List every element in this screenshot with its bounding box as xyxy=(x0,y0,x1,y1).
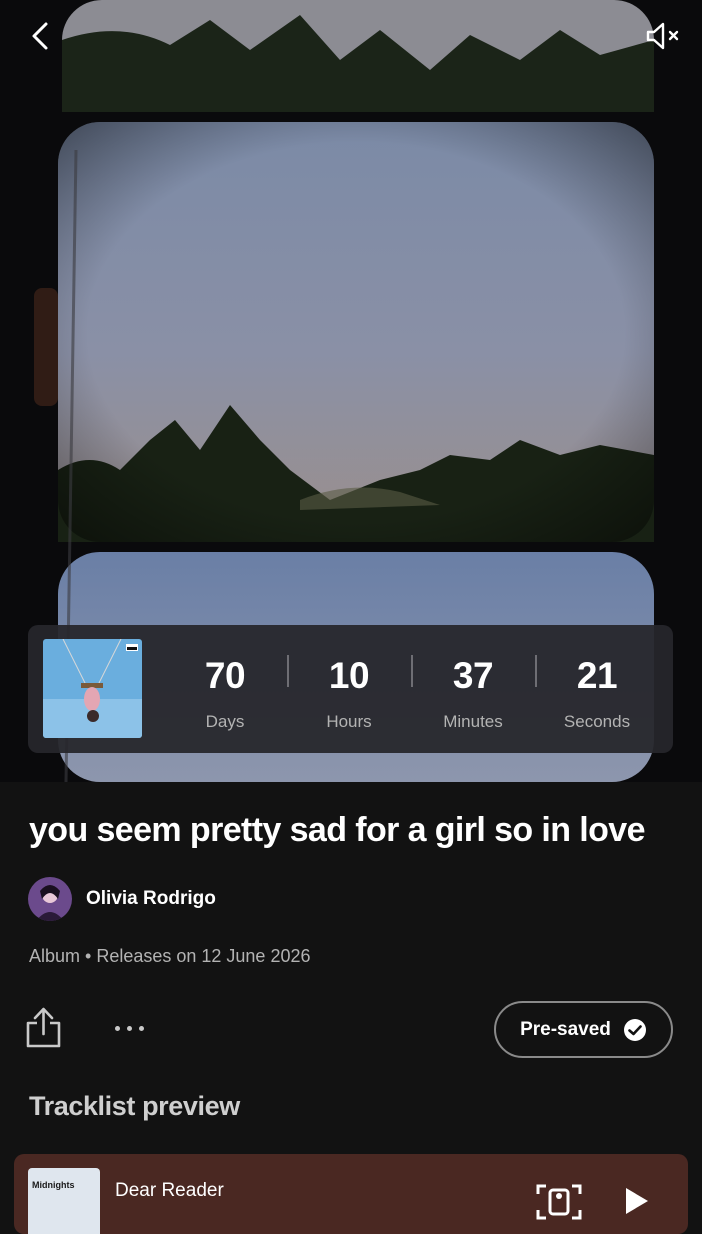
tracklist-heading: Tracklist preview xyxy=(29,1091,240,1121)
album-cover-thumbnail xyxy=(43,639,142,738)
countdown-hours: 10 Hours xyxy=(287,625,411,753)
more-dot xyxy=(126,1025,132,1031)
back-button[interactable] xyxy=(14,12,66,60)
seconds-value: 21 xyxy=(576,655,618,696)
check-circle-icon xyxy=(623,1018,646,1041)
seconds-label: Seconds xyxy=(563,712,631,731)
more-options-button[interactable] xyxy=(106,1008,152,1048)
album-title: you seem pretty sad for a girl so in lov… xyxy=(29,811,646,849)
artist-avatar xyxy=(28,877,72,921)
track-cover-text: Midnights xyxy=(32,1180,75,1190)
share-button[interactable] xyxy=(22,1004,66,1052)
release-countdown: 70 Days 10 Hours 37 Minutes 21 Seconds xyxy=(28,625,673,753)
countdown-days: 70 Days xyxy=(163,625,287,753)
canvas-preview-icon[interactable] xyxy=(536,1182,582,1222)
album-release-info: Album • Releases on 12 June 2026 xyxy=(29,946,311,966)
chevron-left-icon xyxy=(32,22,48,50)
more-dot xyxy=(138,1025,144,1031)
artist-name: Olivia Rodrigo xyxy=(86,888,216,909)
mute-button[interactable] xyxy=(638,12,690,60)
hero-video: 70 Days 10 Hours 37 Minutes 21 Seconds xyxy=(0,0,702,782)
speaker-muted-icon xyxy=(646,22,679,50)
track-item[interactable]: Midnights Dear Reader xyxy=(14,1154,688,1234)
play-icon[interactable] xyxy=(618,1184,652,1218)
track-cover: Midnights xyxy=(28,1168,100,1234)
track-name: Dear Reader xyxy=(115,1180,224,1201)
hours-label: Hours xyxy=(326,712,372,731)
minutes-label: Minutes xyxy=(443,712,503,731)
hours-value: 10 xyxy=(328,655,370,696)
more-dot xyxy=(114,1025,120,1031)
share-icon xyxy=(26,1007,61,1048)
pre-saved-button[interactable]: Pre-saved xyxy=(494,1001,673,1058)
countdown-seconds: 21 Seconds xyxy=(535,625,659,753)
artist-link[interactable]: Olivia Rodrigo xyxy=(28,876,216,922)
days-label: Days xyxy=(205,712,245,731)
minutes-value: 37 xyxy=(452,655,494,696)
pre-saved-label: Pre-saved xyxy=(520,1018,611,1040)
days-value: 70 xyxy=(204,655,246,696)
countdown-minutes: 37 Minutes xyxy=(411,625,535,753)
